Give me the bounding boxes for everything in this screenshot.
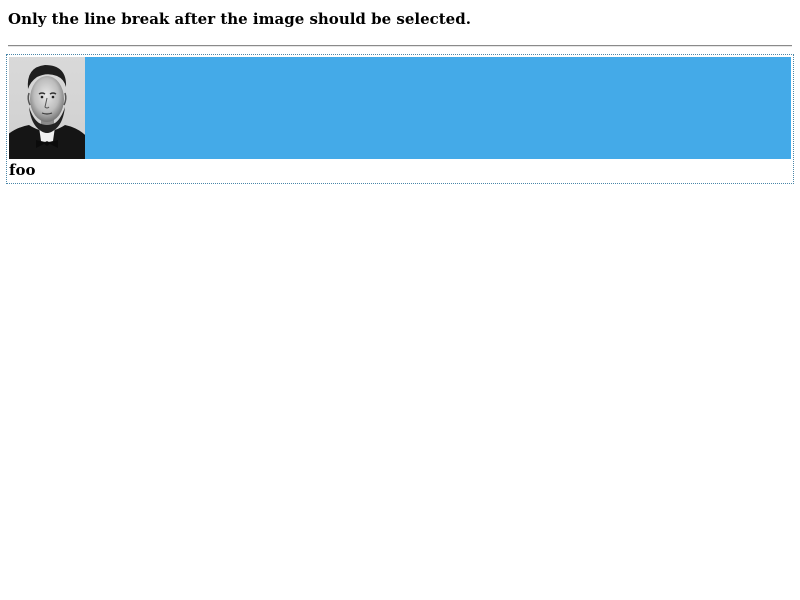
instruction-text: Only the line break after the image shou… bbox=[8, 10, 471, 28]
selected-line-break bbox=[9, 57, 791, 159]
horizontal-divider bbox=[8, 45, 792, 47]
portrait-photo-icon bbox=[9, 57, 85, 159]
test-container[interactable]: foo bbox=[6, 54, 794, 184]
caption-text: foo bbox=[9, 161, 36, 179]
